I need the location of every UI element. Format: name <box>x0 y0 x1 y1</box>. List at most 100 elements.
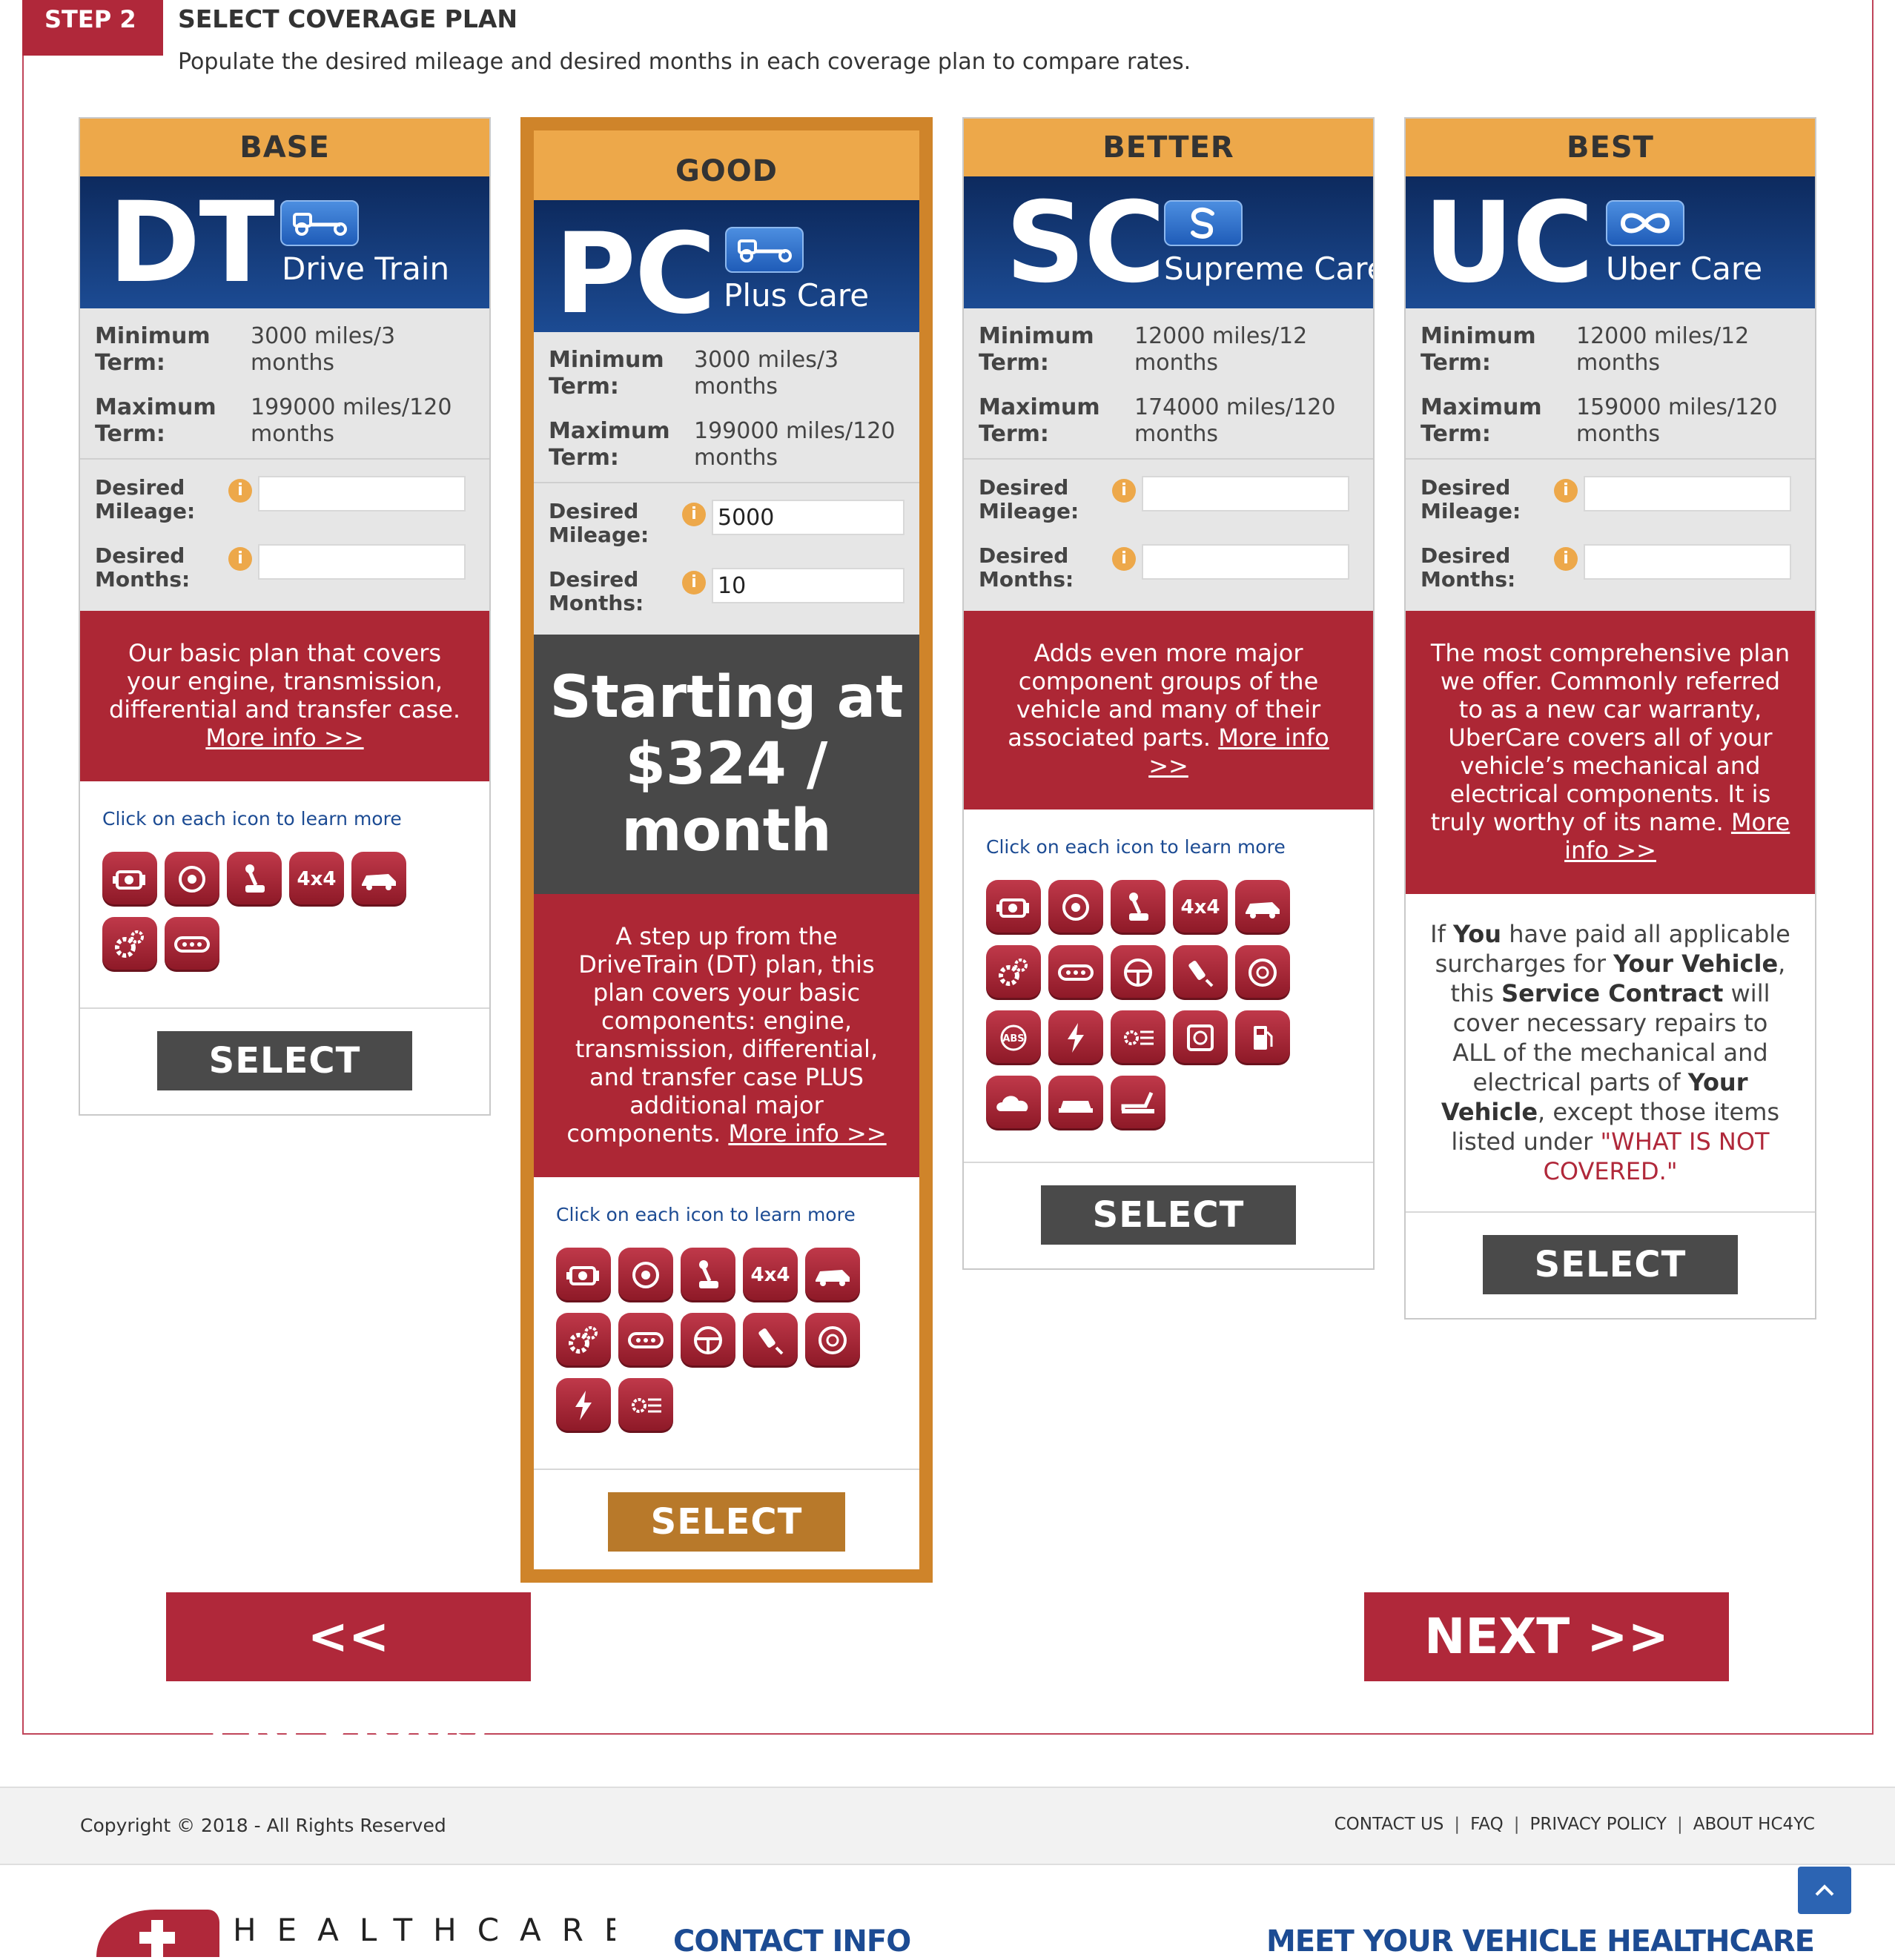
desired-inputs: Desired Mileage: i Desired Months: i <box>534 483 919 635</box>
back-to-top-button[interactable] <box>1798 1867 1851 1914</box>
max-term-label: Maximum Term: <box>1421 394 1542 447</box>
more-info-link[interactable]: info >> <box>1564 836 1656 864</box>
lightning-icon[interactable] <box>1048 1010 1103 1065</box>
spark-plug-icon[interactable] <box>1173 945 1228 1000</box>
4x4-icon[interactable]: 4x4 <box>743 1248 798 1302</box>
plan-card-base: BASE DT Drive Train Minimum Term: 3000 mi… <box>79 117 491 1116</box>
desired-mileage-input[interactable] <box>1584 476 1791 511</box>
desired-months-input[interactable] <box>712 568 904 603</box>
next-button[interactable]: NEXT >> <box>1364 1592 1729 1681</box>
footer-link-faq[interactable]: FAQ <box>1470 1815 1504 1834</box>
plan-code: PC <box>555 210 716 332</box>
min-term-value: 12000 miles/12 months <box>1134 323 1308 376</box>
steering-wheel-icon[interactable] <box>681 1313 735 1368</box>
4x4-icon[interactable]: 4x4 <box>289 852 344 907</box>
info-icon[interactable]: i <box>682 503 706 526</box>
desired-inputs: Desired Mileage: i Desired Months: i <box>964 460 1373 611</box>
min-term-value: 12000 miles/12 months <box>1576 323 1750 376</box>
info-icon[interactable]: i <box>682 571 706 595</box>
footer-link-privacy[interactable]: PRIVACY POLICY <box>1529 1815 1667 1834</box>
ac-icon[interactable] <box>618 1378 673 1433</box>
car-electric-icon[interactable] <box>351 852 406 907</box>
lightning-icon[interactable] <box>556 1378 611 1433</box>
more-info-link[interactable]: More info >> <box>728 1119 886 1148</box>
min-term-label: Minimum Term: <box>1421 323 1536 376</box>
icons-hint: Click on each icon to learn more <box>556 1204 856 1225</box>
info-icon[interactable]: i <box>1554 479 1578 503</box>
previous-button[interactable]: << PREVIOUS <box>166 1592 531 1754</box>
chain-icon[interactable] <box>165 917 219 972</box>
info-icon[interactable]: i <box>228 547 252 571</box>
min-term-label: Minimum Term: <box>979 323 1094 376</box>
coverage-icons: Click on each icon to learn more 4x4 <box>80 781 489 1009</box>
fuel-pump-icon[interactable] <box>1235 1010 1290 1065</box>
gear-shift-icon[interactable] <box>681 1248 735 1302</box>
plan-code: DT <box>108 179 275 308</box>
footer-link-about[interactable]: ABOUT HC4YC <box>1693 1815 1815 1834</box>
max-term-value: 199000 miles/120 months <box>251 394 452 447</box>
select-area: SELECT <box>964 1163 1373 1268</box>
car-front-icon[interactable] <box>1048 1076 1103 1130</box>
gears-icon[interactable] <box>102 917 157 972</box>
desired-months-input[interactable] <box>258 544 466 580</box>
steering-wheel-icon[interactable] <box>1111 945 1165 1000</box>
select-button[interactable]: SELECT <box>1041 1185 1296 1245</box>
chain-icon[interactable] <box>618 1313 673 1368</box>
more-info-link[interactable]: More info >> <box>205 724 363 752</box>
turbo-icon[interactable] <box>165 852 219 907</box>
desired-months-input[interactable] <box>1142 544 1349 580</box>
select-button[interactable]: SELECT <box>608 1492 845 1552</box>
desired-mileage-input[interactable] <box>712 500 904 535</box>
chain-icon[interactable] <box>1048 945 1103 1000</box>
gear-shift-icon[interactable] <box>227 852 282 907</box>
abs-icon[interactable]: ABS <box>986 1010 1041 1065</box>
cloud-icon[interactable] <box>986 1076 1041 1130</box>
gear-shift-icon[interactable] <box>1111 880 1165 935</box>
info-icon[interactable]: i <box>1112 547 1136 571</box>
plan-name: Plus Care <box>724 277 870 314</box>
coverage-icons: Click on each icon to learn more 4x4 <box>534 1177 919 1470</box>
desired-inputs: Desired Mileage: i Desired Months: i <box>1406 460 1815 611</box>
brake-disc-icon[interactable] <box>805 1313 860 1368</box>
footer-link-contact[interactable]: CONTACT US <box>1335 1815 1444 1834</box>
separator: | <box>1677 1815 1683 1834</box>
desired-mileage-input[interactable] <box>1142 476 1349 511</box>
select-button[interactable]: SELECT <box>157 1031 412 1090</box>
more-info-link[interactable]: More <box>1731 808 1790 836</box>
plan-terms: Minimum Term: 12000 miles/12 months Maxim… <box>964 308 1373 460</box>
coverage-icons: Click on each icon to learn more 4x4 ABS <box>964 810 1373 1163</box>
gears-icon[interactable] <box>986 945 1041 1000</box>
car-electric-icon[interactable] <box>1235 880 1290 935</box>
plan-card-good: GOOD PC Plus Care Minimum Term: 3000 mile… <box>520 117 933 1583</box>
engine-icon[interactable] <box>102 852 157 907</box>
engine-icon[interactable] <box>556 1248 611 1302</box>
4x4-icon[interactable]: 4x4 <box>1173 880 1228 935</box>
desired-months-input[interactable] <box>1584 544 1791 580</box>
spark-plug-icon[interactable] <box>743 1313 798 1368</box>
car-electric-icon[interactable] <box>805 1248 860 1302</box>
note-emphasis: You <box>1453 920 1502 948</box>
plan-card-best: BEST UC Uber Care Minimum Term: 12000 mil… <box>1404 117 1816 1320</box>
info-icon[interactable]: i <box>1112 479 1136 503</box>
turbo-icon[interactable] <box>618 1248 673 1302</box>
engine-icon[interactable] <box>986 880 1041 935</box>
price-amount: $324 / month <box>621 731 832 864</box>
plan-tier: BASE <box>80 119 489 176</box>
seat-icon[interactable] <box>1111 1076 1165 1130</box>
step-title: SELECT COVERAGE PLAN <box>178 4 518 33</box>
select-button[interactable]: SELECT <box>1483 1235 1738 1294</box>
radiator-icon[interactable] <box>1173 1010 1228 1065</box>
info-icon[interactable]: i <box>1554 547 1578 571</box>
ac-icon[interactable] <box>1111 1010 1165 1065</box>
plan-banner: PC Plus Care <box>534 200 919 332</box>
desired-inputs: Desired Mileage: i Desired Months: i <box>80 460 489 611</box>
note-text: If <box>1430 920 1454 948</box>
turbo-icon[interactable] <box>1048 880 1103 935</box>
desired-mileage-input[interactable] <box>258 476 466 511</box>
healthcare-logo: HEALTHCARE <box>96 1905 615 1960</box>
gears-icon[interactable] <box>556 1313 611 1368</box>
info-icon[interactable]: i <box>228 479 252 503</box>
select-area: SELECT <box>534 1470 919 1569</box>
brake-disc-icon[interactable] <box>1235 945 1290 1000</box>
plan-code: SC <box>1005 179 1165 308</box>
